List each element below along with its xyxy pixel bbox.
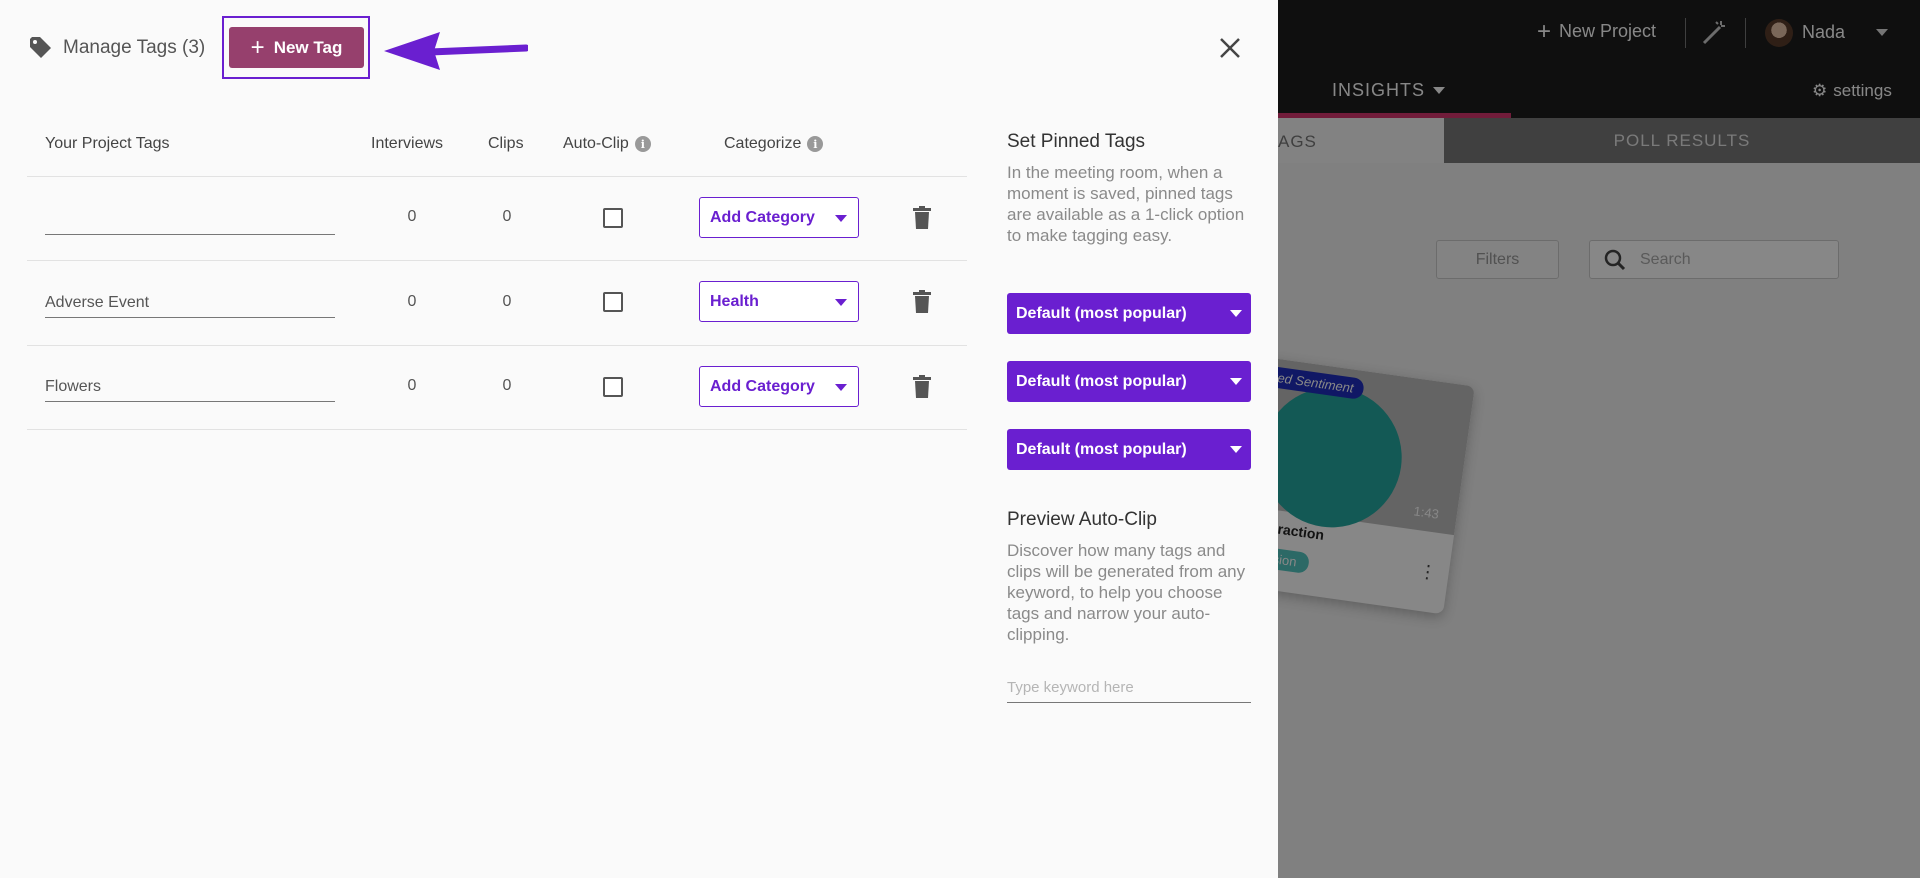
pinned-tag-select[interactable]: Default (most popular) [1007, 293, 1251, 334]
divider [27, 260, 967, 261]
trash-icon[interactable] [912, 290, 932, 314]
chevron-down-icon [1230, 446, 1242, 453]
preview-auto-clip-title: Preview Auto-Clip [1007, 509, 1157, 530]
column-header-label: Interviews [371, 135, 444, 152]
category-select-value: Add Category [710, 377, 815, 395]
category-select[interactable]: Add Category [699, 366, 859, 407]
manage-tags-panel: Manage Tags (3) + New Tag Your Project T… [0, 0, 1278, 878]
pinned-tag-select-value: Default (most popular) [1016, 304, 1187, 322]
column-header-label: Auto-Clip [563, 135, 629, 152]
chevron-down-icon [835, 299, 847, 306]
info-icon[interactable]: i [807, 136, 824, 152]
close-icon[interactable] [1217, 35, 1243, 61]
auto-clip-checkbox[interactable] [603, 377, 623, 397]
divider [27, 345, 967, 346]
chevron-down-icon [835, 215, 847, 222]
divider [27, 429, 967, 430]
trash-icon[interactable] [912, 375, 932, 399]
new-tag-label: New Tag [273, 37, 343, 57]
chevron-down-icon [1230, 310, 1242, 317]
plus-icon: + [250, 33, 265, 61]
info-icon[interactable]: i [634, 136, 651, 152]
clips-count: 0 [502, 208, 512, 225]
tag-icon [30, 37, 51, 58]
pinned-tag-select-value: Default (most popular) [1016, 372, 1187, 390]
pointer-arrow-icon [384, 32, 528, 70]
tag-name-input[interactable] [45, 372, 335, 402]
category-select-value: Health [710, 292, 759, 310]
column-header-project-tags: Your Project Tags [45, 135, 170, 153]
auto-clip-checkbox[interactable] [603, 292, 623, 312]
category-select[interactable]: Add Category [699, 197, 859, 238]
tag-name-input[interactable] [45, 205, 335, 235]
pinned-tags-description: In the meeting room, when a moment is sa… [1007, 163, 1245, 245]
column-header-categorize: Categorize i [724, 135, 824, 153]
chevron-down-icon [835, 384, 847, 391]
interviews-count: 0 [407, 377, 417, 394]
new-tag-button[interactable]: + New Tag [229, 27, 364, 68]
pinned-tag-select-value: Default (most popular) [1016, 440, 1187, 458]
column-header-auto-clip: Auto-Clip i [563, 135, 651, 153]
column-header-clips: Clips [488, 135, 524, 153]
interviews-count: 0 [407, 208, 417, 225]
divider [27, 176, 967, 177]
pinned-tag-select[interactable]: Default (most popular) [1007, 429, 1251, 470]
pinned-tags-title: Set Pinned Tags [1007, 131, 1146, 152]
column-header-label: Categorize [724, 135, 802, 152]
pinned-tag-select[interactable]: Default (most popular) [1007, 361, 1251, 402]
clips-count: 0 [502, 377, 512, 394]
preview-auto-clip-description: Discover how many tags and clips will be… [1007, 541, 1246, 644]
keyword-input[interactable] [1007, 673, 1251, 703]
category-select-value: Add Category [710, 208, 815, 226]
panel-title: Manage Tags (3) [63, 37, 206, 58]
column-header-interviews: Interviews [371, 135, 443, 153]
column-header-label: Clips [488, 135, 524, 152]
category-select[interactable]: Health [699, 281, 859, 322]
auto-clip-checkbox[interactable] [603, 208, 623, 228]
interviews-count: 0 [407, 293, 417, 310]
tag-name-input[interactable] [45, 288, 335, 318]
chevron-down-icon [1230, 378, 1242, 385]
clips-count: 0 [502, 293, 512, 310]
trash-icon[interactable] [912, 206, 932, 230]
column-header-label: Your Project Tags [45, 135, 170, 152]
